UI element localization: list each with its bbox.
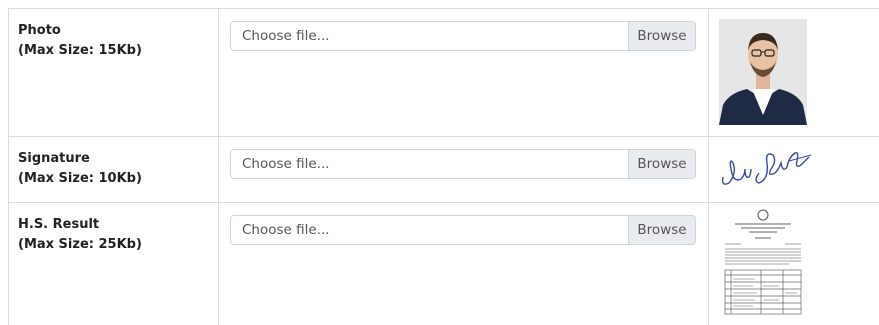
label-cell: Photo (Max Size: 15Kb) xyxy=(9,9,219,137)
field-title: H.S. Result xyxy=(18,215,218,235)
preview-cell xyxy=(709,137,879,203)
photo-row: Photo (Max Size: 15Kb) Choose file... Br… xyxy=(9,9,879,137)
field-max-size: (Max Size: 15Kb) xyxy=(18,41,218,61)
browse-button[interactable]: Browse xyxy=(628,150,695,178)
file-placeholder[interactable]: Choose file... xyxy=(231,150,628,178)
field-title: Signature xyxy=(18,149,218,169)
browse-button[interactable]: Browse xyxy=(628,22,695,50)
document-preview xyxy=(719,207,807,315)
signature-file-input[interactable]: Choose file... Browse xyxy=(230,149,696,179)
input-cell: Choose file... Browse xyxy=(219,9,709,137)
hs-result-file-input[interactable]: Choose file... Browse xyxy=(230,215,696,245)
file-placeholder[interactable]: Choose file... xyxy=(231,22,628,50)
upload-table: Photo (Max Size: 15Kb) Choose file... Br… xyxy=(8,8,879,325)
file-placeholder[interactable]: Choose file... xyxy=(231,216,628,244)
input-cell: Choose file... Browse xyxy=(219,137,709,203)
field-max-size: (Max Size: 10Kb) xyxy=(18,169,218,189)
preview-cell xyxy=(709,203,879,325)
label-cell: Signature (Max Size: 10Kb) xyxy=(9,137,219,203)
browse-button[interactable]: Browse xyxy=(628,216,695,244)
hs-result-row: H.S. Result (Max Size: 25Kb) Choose file… xyxy=(9,203,879,325)
label-cell: H.S. Result (Max Size: 25Kb) xyxy=(9,203,219,325)
photo-preview xyxy=(719,19,807,125)
signature-row: Signature (Max Size: 10Kb) Choose file..… xyxy=(9,137,879,203)
signature-preview xyxy=(719,143,815,191)
photo-file-input[interactable]: Choose file... Browse xyxy=(230,21,696,51)
field-title: Photo xyxy=(18,21,218,41)
field-max-size: (Max Size: 25Kb) xyxy=(18,235,218,255)
preview-cell xyxy=(709,9,879,137)
input-cell: Choose file... Browse xyxy=(219,203,709,325)
